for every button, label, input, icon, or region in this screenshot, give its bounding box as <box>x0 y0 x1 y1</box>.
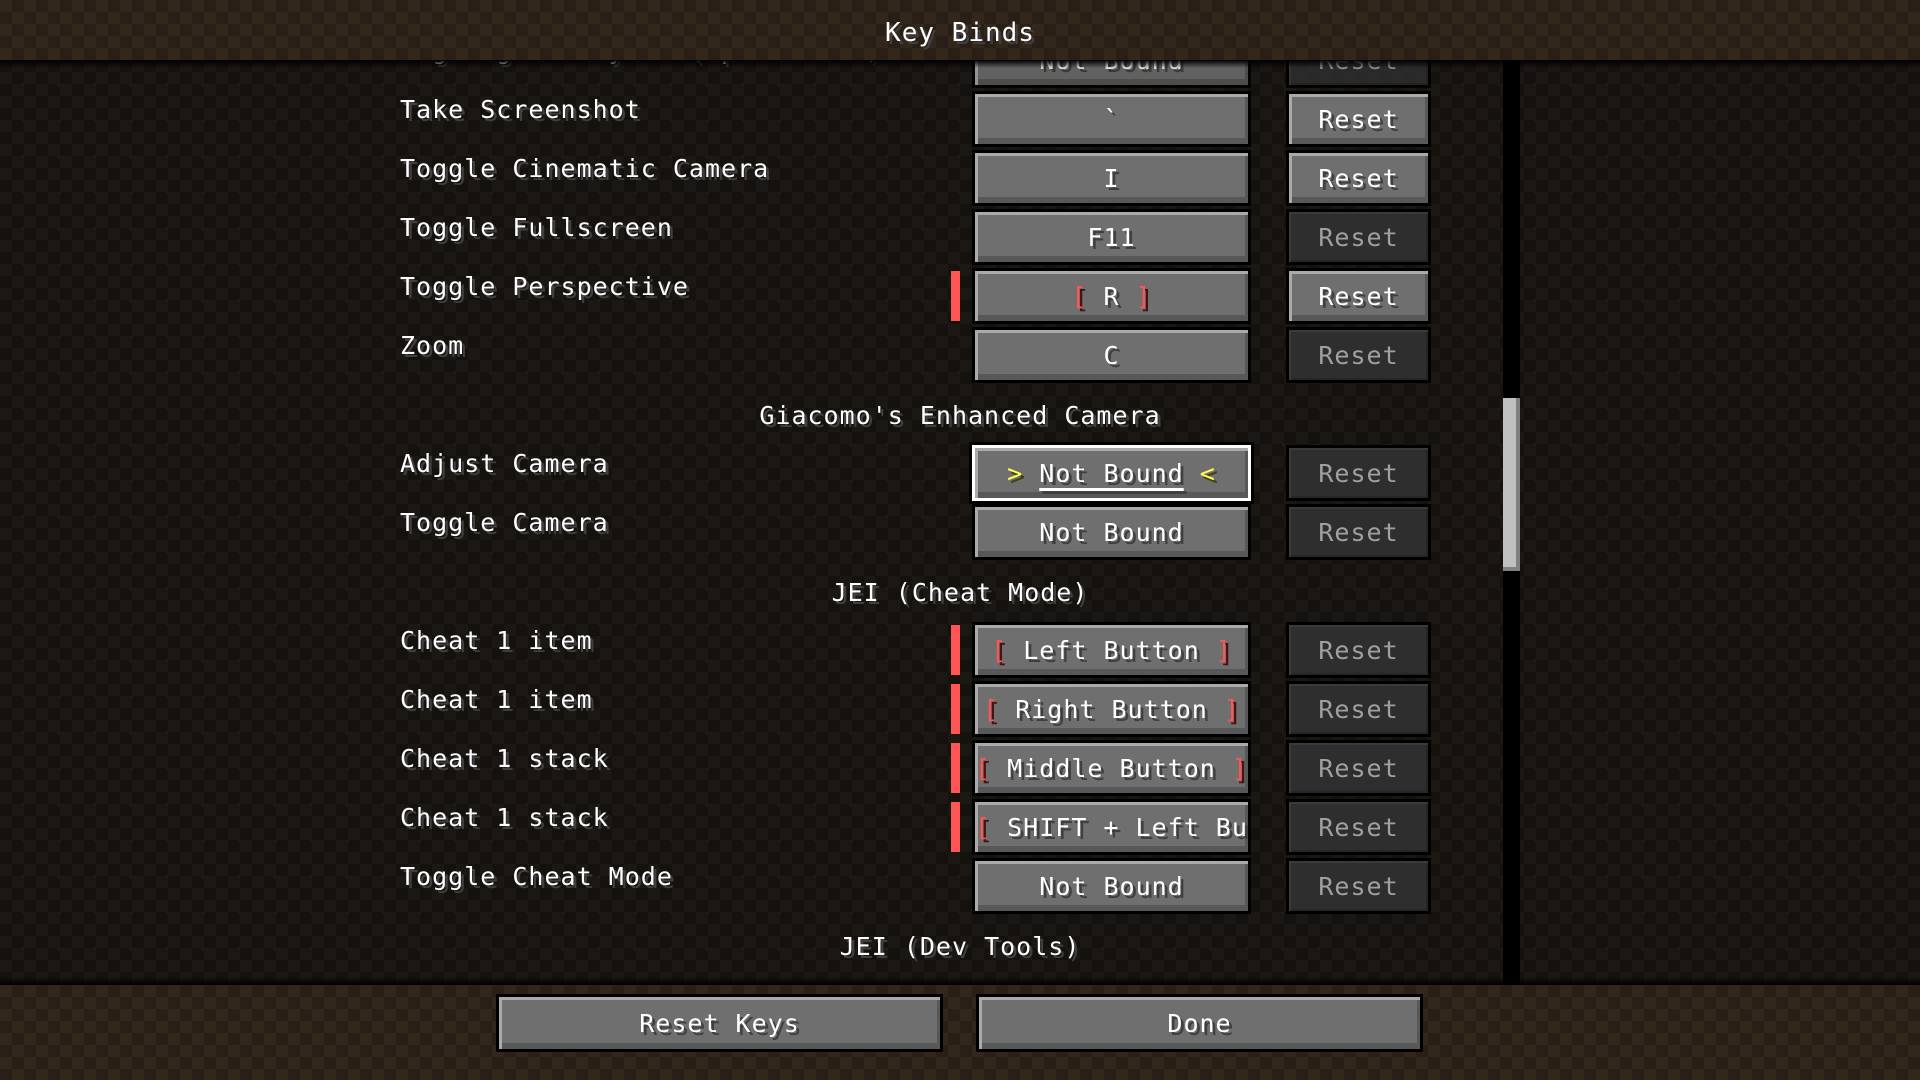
key-binding-button[interactable]: Not Bound <box>972 504 1251 560</box>
conflict-marker <box>951 743 960 793</box>
keybind-row: Highlight Players (Spectators) Not Bound R… <box>0 60 1920 88</box>
reset-button[interactable]: Reset <box>1286 209 1431 265</box>
keybind-row: Cheat 1 stack [ SHIFT + Left But ] Reset <box>0 799 1920 855</box>
reset-button[interactable]: Reset <box>1286 150 1431 206</box>
keybind-label: Highlight Players (Spectators) <box>400 60 882 65</box>
key-binding-button[interactable]: > Not Bound < <box>969 442 1254 504</box>
conflict-bracket-open: [ <box>1071 281 1088 311</box>
key-binding-button[interactable]: [ Right Button ] <box>972 681 1251 737</box>
scrollbar[interactable] <box>1503 60 1520 985</box>
conflict-bracket-open: [ <box>991 635 1008 665</box>
reset-button[interactable]: Reset <box>1286 858 1431 914</box>
keybind-label: Toggle Fullscreen <box>400 213 673 242</box>
conflict-bracket-close: ] <box>1215 635 1232 665</box>
done-button[interactable]: Done <box>976 994 1423 1052</box>
key-binding-button[interactable]: F11 <box>972 209 1251 265</box>
reset-button[interactable]: Reset <box>1286 268 1431 324</box>
key-binding-button[interactable]: ` <box>972 91 1251 147</box>
keybind-label: Toggle Perspective <box>400 272 689 301</box>
key-binding-button[interactable]: [ SHIFT + Left But ] <box>972 799 1251 855</box>
key-binding-button[interactable]: [ Middle Button ] <box>972 740 1251 796</box>
key-binding-button[interactable]: Not Bound <box>972 60 1251 88</box>
keybind-row: Toggle Cinematic Camera I Reset <box>0 150 1920 206</box>
keybind-row: Take Screenshot ` Reset <box>0 91 1920 147</box>
keybind-label: Adjust Camera <box>400 449 609 478</box>
key-value: R <box>1103 281 1120 311</box>
key-value: Middle Button <box>1007 753 1216 783</box>
reset-button[interactable]: Reset <box>1286 622 1431 678</box>
keybind-label: Cheat 1 item <box>400 685 593 714</box>
footer-bar <box>0 985 1920 1080</box>
conflict-marker <box>951 271 960 321</box>
focus-arrow-right-icon: > <box>1007 458 1024 488</box>
key-binding-button[interactable]: [ R ] <box>972 268 1251 324</box>
keybind-row: Zoom C Reset <box>0 327 1920 383</box>
conflict-bracket-open: [ <box>975 812 992 842</box>
reset-button[interactable]: Reset <box>1286 445 1431 501</box>
reset-button[interactable]: Reset <box>1286 327 1431 383</box>
key-value: Not Bound <box>1039 458 1184 488</box>
reset-button[interactable]: Reset <box>1286 740 1431 796</box>
keybind-label: Cheat 1 stack <box>400 744 609 773</box>
keybind-row: Toggle Cheat Mode Not Bound Reset <box>0 858 1920 914</box>
keybind-row: Cheat 1 stack [ Middle Button ] Reset <box>0 740 1920 796</box>
reset-button[interactable]: Reset <box>1286 504 1431 560</box>
keybind-label: Toggle Camera <box>400 508 609 537</box>
conflict-bracket-close: ] <box>1135 281 1152 311</box>
section-header: JEI (Cheat Mode) <box>831 578 1089 607</box>
keybind-label: Zoom <box>400 331 465 360</box>
key-binding-button[interactable]: C <box>972 327 1251 383</box>
key-value: F11 <box>1087 222 1136 252</box>
reset-button[interactable]: Reset <box>1286 91 1431 147</box>
conflict-bracket-close: ] <box>1231 753 1248 783</box>
focus-arrow-left-icon: < <box>1199 458 1216 488</box>
conflict-marker <box>951 625 960 675</box>
key-value: C <box>1103 340 1120 370</box>
key-value: Not Bound <box>1039 517 1184 547</box>
keybind-row: Toggle Fullscreen F11 Reset <box>0 209 1920 265</box>
key-value: SHIFT + Left But <box>1007 812 1251 842</box>
key-value: Left Button <box>1023 635 1200 665</box>
keybind-row: Cheat 1 item [ Right Button ] Reset <box>0 681 1920 737</box>
header-bar: Key Binds <box>0 0 1920 60</box>
conflict-marker <box>951 684 960 734</box>
key-value: Right Button <box>1015 694 1208 724</box>
key-value: Not Bound <box>1039 871 1184 901</box>
keybind-label: Toggle Cinematic Camera <box>400 154 770 183</box>
keybind-label: Cheat 1 item <box>400 626 593 655</box>
section-header: Giacomo's Enhanced Camera <box>759 401 1161 430</box>
keybind-label: Take Screenshot <box>400 95 641 124</box>
keybind-label: Cheat 1 stack <box>400 803 609 832</box>
reset-keys-button[interactable]: Reset Keys <box>496 994 943 1052</box>
reset-button[interactable]: Reset <box>1286 799 1431 855</box>
conflict-bracket-open: [ <box>983 694 1000 724</box>
key-value: I <box>1103 163 1120 193</box>
key-binding-button[interactable]: [ Left Button ] <box>972 622 1251 678</box>
key-value: Not Bound <box>1039 60 1184 75</box>
conflict-bracket-open: [ <box>975 753 992 783</box>
keybind-list[interactable]: Highlight Players (Spectators) Not Bound R… <box>0 60 1920 985</box>
key-value: ` <box>1103 104 1120 134</box>
keybind-row: Toggle Perspective [ R ] Reset <box>0 268 1920 324</box>
reset-button[interactable]: Reset <box>1286 60 1431 88</box>
scrollbar-thumb[interactable] <box>1503 398 1520 571</box>
keybind-row: Adjust Camera > Not Bound < Reset <box>0 442 1920 504</box>
reset-button[interactable]: Reset <box>1286 681 1431 737</box>
key-binding-button[interactable]: I <box>972 150 1251 206</box>
keybind-row: Toggle Camera Not Bound Reset <box>0 504 1920 560</box>
key-binding-button[interactable]: Not Bound <box>972 858 1251 914</box>
page-title: Key Binds <box>885 18 1035 48</box>
conflict-marker <box>951 802 960 852</box>
keybind-row: Cheat 1 item [ Left Button ] Reset <box>0 622 1920 678</box>
section-header: JEI (Dev Tools) <box>839 932 1081 961</box>
conflict-bracket-close: ] <box>1223 694 1240 724</box>
keybind-label: Toggle Cheat Mode <box>400 862 673 891</box>
